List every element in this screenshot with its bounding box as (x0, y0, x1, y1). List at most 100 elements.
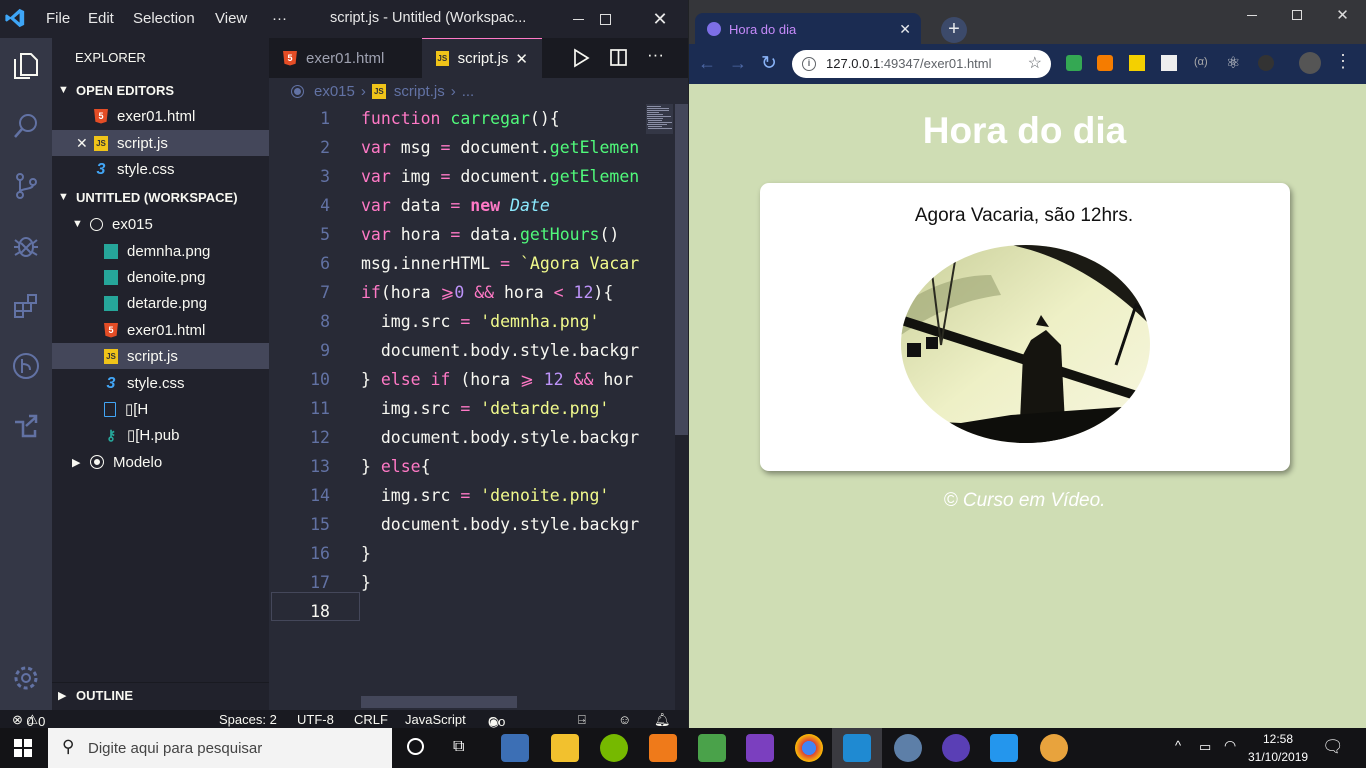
extensions-activity[interactable] (0, 284, 52, 328)
sublime-app-icon[interactable] (649, 734, 677, 762)
extension-shopping-icon[interactable] (1097, 55, 1113, 71)
chrome-app-icon[interactable] (795, 734, 823, 762)
close-tab-icon[interactable]: ✕ (515, 50, 528, 68)
extension-code-icon[interactable]: (α) (1194, 56, 1208, 68)
encoding-status[interactable]: UTF-8 (297, 712, 334, 727)
file-item[interactable]: JS script.js (52, 343, 269, 369)
paint-app-icon[interactable] (1040, 734, 1068, 762)
extension-react-icon[interactable]: ⚛ (1226, 53, 1240, 73)
menu-file[interactable]: File (46, 10, 70, 27)
split-editor-icon[interactable] (609, 48, 629, 68)
file-explorer-icon[interactable] (551, 734, 579, 762)
run-icon[interactable] (571, 48, 591, 68)
forward-icon[interactable]: → (729, 53, 747, 74)
problems-indicator[interactable]: ⊗ 0 ⚠ 0 (12, 712, 45, 729)
extension-ghost-icon[interactable] (1258, 55, 1274, 71)
maximize-button[interactable] (577, 0, 633, 38)
browser-tab[interactable]: Hora do dia ✕ (695, 13, 921, 45)
breadcrumb-symbol[interactable]: ... (462, 83, 475, 100)
reload-icon[interactable]: ↻ (761, 52, 777, 75)
search-activity[interactable] (0, 104, 52, 148)
maximize-button[interactable] (1274, 0, 1319, 30)
file-item[interactable]: 3 style.css (52, 370, 269, 396)
back-icon[interactable]: ← (698, 53, 716, 74)
live-share-activity[interactable] (0, 404, 52, 448)
more-actions-icon[interactable]: ··· (647, 45, 664, 65)
debug-activity[interactable] (0, 224, 52, 268)
minimize-button[interactable] (1229, 0, 1274, 30)
system-clock[interactable]: 12:58 31/10/2019 (1248, 730, 1308, 766)
open-editors-header[interactable]: ▼ OPEN EDITORS (52, 77, 269, 103)
code-editor[interactable]: 1 2 3 4 5 6 7 8 9 10 11 12 13 14 15 16 1… (269, 104, 688, 710)
file-item[interactable]: detarde.png (52, 290, 269, 316)
open-editor-item[interactable]: 5 exer01.html (52, 103, 269, 129)
taskbar-search[interactable]: ⚲ Digite aqui para pesquisar (48, 728, 392, 768)
file-item[interactable]: denoite.png (52, 264, 269, 290)
close-button[interactable]: ✕ (1319, 0, 1366, 30)
windows-start-icon[interactable] (14, 739, 32, 757)
tab-script-js[interactable]: JS script.js ✕ (422, 38, 542, 78)
home-app-icon[interactable] (698, 734, 726, 762)
chevron-right-icon: ▶ (72, 456, 81, 469)
circle-app-icon[interactable] (942, 734, 970, 762)
menu-more[interactable]: ··· (272, 10, 287, 27)
vscode-logo-icon (5, 8, 25, 28)
notifications-icon[interactable]: 🗨︎ (1322, 737, 1344, 757)
extension-shield-icon[interactable] (1066, 55, 1082, 71)
open-editor-item[interactable]: ✕ JS script.js (52, 130, 269, 156)
breadcrumb-file[interactable]: script.js (394, 83, 445, 100)
utorrent-app-icon[interactable] (600, 734, 628, 762)
bookmark-star-icon[interactable]: ☆ (1028, 50, 1042, 78)
outline-header[interactable]: ▶ OUTLINE (52, 682, 269, 708)
wifi-icon[interactable]: ◠ (1224, 737, 1236, 754)
remote-activity[interactable] (0, 344, 52, 388)
new-tab-button[interactable]: + (941, 17, 967, 43)
horizontal-scrollbar[interactable] (361, 696, 517, 708)
workspace-header[interactable]: ▼ UNTITLED (WORKSPACE) (52, 184, 269, 210)
visual-studio-icon[interactable] (746, 734, 774, 762)
menu-dots-icon[interactable]: ⋮ (1334, 51, 1352, 72)
menu-view[interactable]: View (215, 10, 247, 27)
bell-icon[interactable]: 🔔︎ (654, 712, 671, 728)
folder-item[interactable]: ▶ Modelo (52, 449, 269, 475)
battery-icon[interactable]: ▭ (1199, 739, 1211, 755)
indentation-status[interactable]: Spaces: 2 (219, 712, 277, 727)
extension-bank-icon[interactable] (1129, 55, 1145, 71)
vscode-taskbar-button[interactable] (832, 728, 882, 768)
file-item[interactable]: ⚷ ▯[H.pub (52, 422, 269, 448)
breadcrumb-folder[interactable]: ex015 (314, 83, 355, 100)
file-item[interactable]: ▯[H (52, 396, 269, 422)
docker-app-icon[interactable] (990, 734, 1018, 762)
profile-avatar[interactable] (1299, 52, 1321, 74)
language-status[interactable]: JavaScript (405, 712, 466, 727)
eol-status[interactable]: CRLF (354, 712, 388, 727)
close-icon[interactable]: ✕ (76, 135, 94, 152)
open-editor-item[interactable]: 3 style.css (52, 156, 269, 182)
minimap[interactable] (646, 104, 673, 504)
explorer-activity[interactable] (0, 44, 52, 88)
folder-item[interactable]: ▼ ex015 (52, 211, 269, 237)
close-tab-icon[interactable]: ✕ (899, 21, 911, 38)
extension-edit-icon[interactable] (1161, 55, 1177, 71)
source-control-activity[interactable] (0, 164, 52, 208)
cortana-icon[interactable] (407, 738, 424, 755)
file-item[interactable]: 5 exer01.html (52, 317, 269, 343)
gitkraken-app-icon[interactable] (501, 734, 529, 762)
elephant-app-icon[interactable] (894, 734, 922, 762)
code-line: var msg = document.getElemen (361, 133, 647, 162)
settings-activity[interactable] (0, 656, 52, 700)
scrollbar-thumb[interactable] (675, 104, 688, 435)
smiley-icon[interactable]: ☺ (618, 712, 631, 727)
address-bar[interactable]: i 127.0.0.1:49347/exer01.html ☆ (792, 50, 1051, 78)
close-button[interactable]: ✕ (632, 0, 688, 38)
tweet-feedback-icon[interactable]: ⍈ (578, 712, 586, 728)
vertical-scrollbar[interactable] (675, 104, 688, 710)
info-icon[interactable]: i (802, 57, 816, 71)
task-view-icon[interactable]: ⧉ (453, 738, 464, 756)
tab-exer01-html[interactable]: 5 exer01.html (269, 38, 421, 78)
code-token: new (470, 196, 511, 215)
menu-selection[interactable]: Selection (133, 10, 195, 27)
chevron-up-icon[interactable]: ^ (1175, 738, 1181, 753)
menu-edit[interactable]: Edit (88, 10, 114, 27)
file-item[interactable]: demnha.png (52, 238, 269, 264)
